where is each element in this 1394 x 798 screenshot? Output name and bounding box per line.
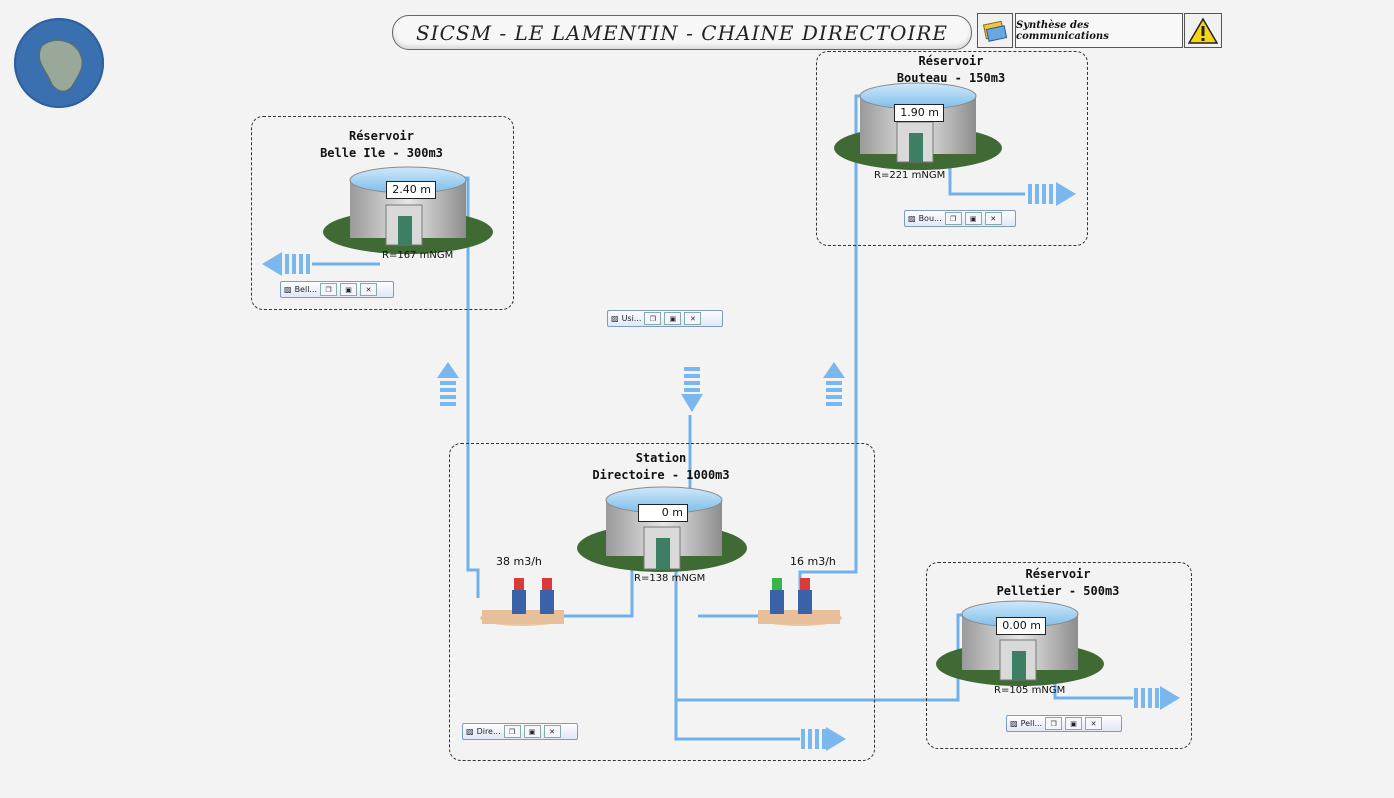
page-title: SICSM - LE LAMENTIN - CHAINE DIRECTOIRE: [392, 15, 972, 50]
reservoir-pelletier-title: Réservoir Pelletier - 500m3: [926, 566, 1190, 600]
maximize-button[interactable]: ▣: [340, 283, 358, 296]
station-directoire-panel: [449, 443, 875, 761]
title-line1: Réservoir: [918, 54, 984, 68]
mini-label: Usi...: [621, 314, 642, 323]
mini-label: Dire...: [476, 727, 501, 736]
chart-icon: ▨: [1010, 719, 1018, 728]
close-button[interactable]: ✕: [984, 212, 1002, 225]
book-button[interactable]: [977, 13, 1013, 48]
pelletier-level: 0.00 m: [996, 617, 1046, 635]
bouteau-r-label: R=221 mNGM: [874, 170, 946, 181]
reservoir-bouteau-title: Réservoir Bouteau - 150m3: [816, 53, 1086, 87]
title-line1: Station: [635, 451, 687, 465]
restore-button[interactable]: ❐: [503, 725, 521, 738]
close-button[interactable]: ✕: [360, 283, 378, 296]
title-line2: Bouteau - 150m3: [896, 71, 1006, 85]
maximize-button[interactable]: ▣: [964, 212, 982, 225]
book-icon: [982, 20, 1008, 42]
restore-button[interactable]: ❐: [944, 212, 962, 225]
restore-button[interactable]: ❐: [644, 312, 662, 325]
logo: [14, 18, 104, 108]
arrow-up-right: [823, 362, 845, 406]
title-line1: Réservoir: [1025, 567, 1091, 581]
warning-button[interactable]: [1184, 13, 1222, 48]
mini-label: Bell...: [294, 285, 318, 294]
station-r-label: R=138 mNGM: [634, 573, 706, 584]
chart-icon: ▨: [611, 314, 619, 323]
title-line2: Directoire - 1000m3: [592, 468, 730, 482]
mini-label: Pell...: [1020, 719, 1043, 728]
mini-label: Bou...: [918, 214, 942, 223]
bouteau-level: 1.90 m: [894, 104, 944, 122]
maximize-button[interactable]: ▣: [1065, 717, 1083, 730]
maximize-button[interactable]: ▣: [664, 312, 682, 325]
pelletier-mini-window[interactable]: ▨ Pell... ❐ ▣ ✕: [1006, 715, 1122, 732]
warning-icon: [1188, 17, 1218, 44]
close-button[interactable]: ✕: [684, 312, 702, 325]
synthese-communications-button[interactable]: Synthèse des communications: [1015, 13, 1183, 48]
belle-ile-level: 2.40 m: [386, 181, 436, 199]
title-line2: Belle Ile - 300m3: [320, 146, 443, 160]
arrow-up-left: [437, 362, 459, 406]
title-line2: Pelletier - 500m3: [996, 584, 1120, 598]
flow-left: 38 m3/h: [496, 555, 542, 568]
station-mini-window[interactable]: ▨ Dire... ❐ ▣ ✕: [462, 723, 578, 740]
title-line1: Réservoir: [348, 129, 415, 143]
chart-icon: ▨: [908, 214, 916, 223]
usine-mini-window[interactable]: ▨ Usi... ❐ ▣ ✕: [607, 310, 723, 327]
restore-button[interactable]: ❐: [1045, 717, 1063, 730]
restore-button[interactable]: ❐: [320, 283, 338, 296]
arrow-down-inflow: [681, 367, 703, 412]
martinique-map-logo-icon: [38, 39, 83, 92]
pelletier-r-label: R=105 mNGM: [994, 685, 1066, 696]
bouteau-mini-window[interactable]: ▨ Bou... ❐ ▣ ✕: [904, 210, 1016, 227]
flow-right: 16 m3/h: [790, 555, 836, 568]
close-button[interactable]: ✕: [1085, 717, 1103, 730]
belle-ile-r-label: R=167 mNGM: [382, 250, 454, 261]
belle-ile-mini-window[interactable]: ▨ Bell... ❐ ▣ ✕: [280, 281, 394, 298]
close-button[interactable]: ✕: [543, 725, 561, 738]
chart-icon: ▨: [284, 285, 292, 294]
reservoir-belle-ile-title: Réservoir Belle Ile - 300m3: [251, 128, 512, 162]
chart-icon: ▨: [466, 727, 474, 736]
station-directoire-title: Station Directoire - 1000m3: [449, 450, 873, 484]
station-level: 0 m: [638, 504, 688, 522]
maximize-button[interactable]: ▣: [523, 725, 541, 738]
